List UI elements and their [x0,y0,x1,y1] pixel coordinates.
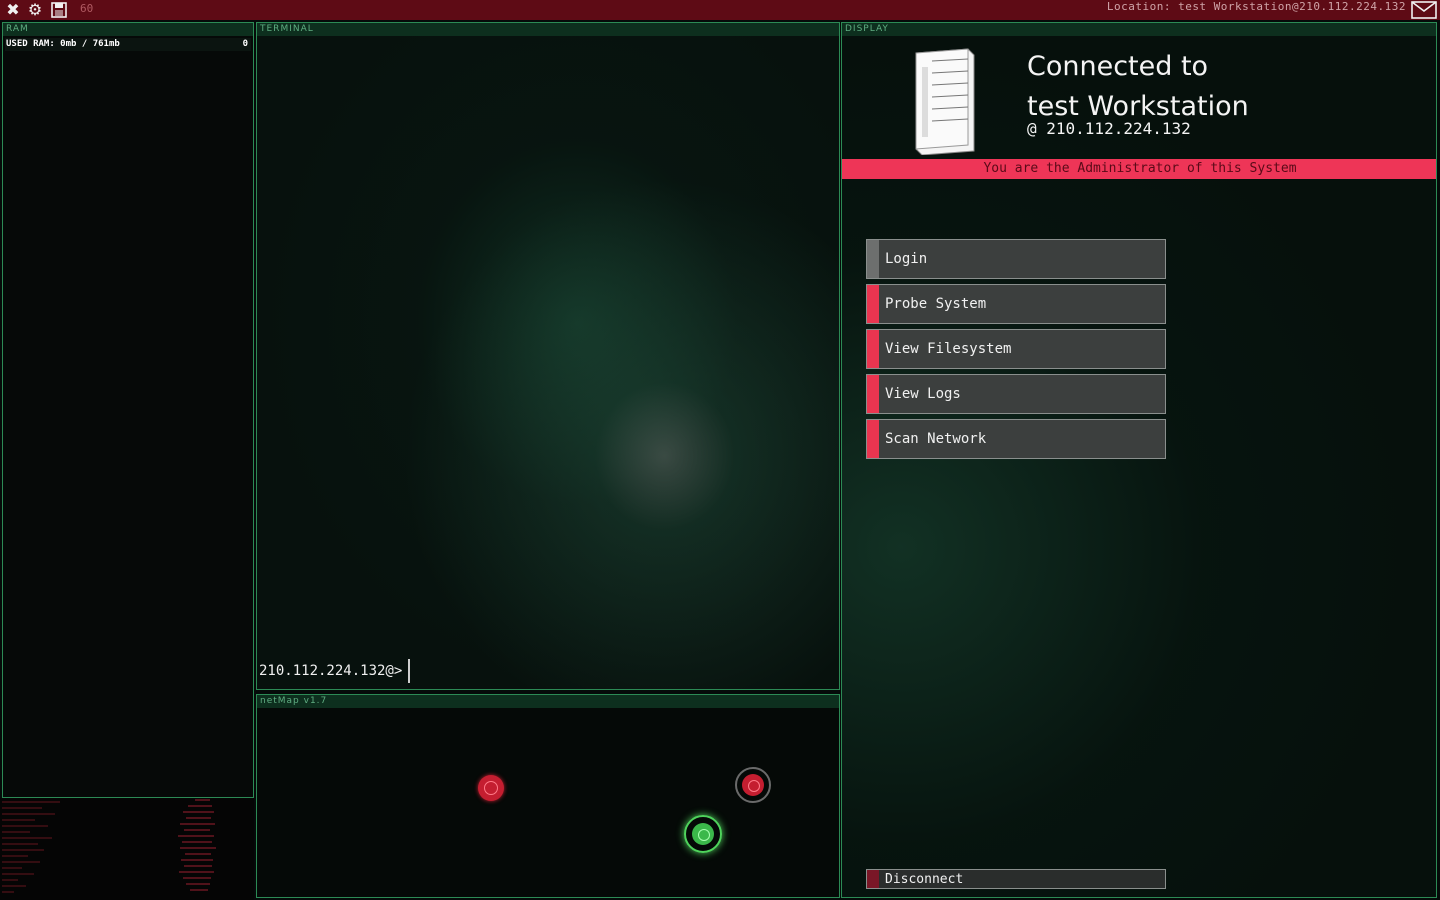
button-stripe [867,285,879,323]
probe-system-label: Probe System [885,296,987,312]
ram-header: RAM [3,23,253,36]
button-stripe [867,420,879,458]
login-button[interactable]: Login [866,239,1166,279]
network-node[interactable] [735,767,771,803]
mail-icon[interactable] [1411,1,1437,19]
text-cursor [408,659,411,683]
scan-network-label: Scan Network [885,431,987,447]
view-filesystem-label: View Filesystem [885,341,1012,357]
ram-usage-row: USED RAM: 0mb / 761mb 0 [5,38,251,51]
button-stripe [867,240,879,278]
display-panel: DISPLAY Connected to test Workstation @ … [841,22,1437,898]
update-count: 60 [80,2,94,15]
view-filesystem-button[interactable]: View Filesystem [866,329,1166,369]
prompt-text: 210.112.224.132@> [259,663,403,679]
button-stripe [867,870,879,888]
terminal-panel[interactable]: TERMINAL 210.112.224.132@> [256,22,840,690]
location-label: Location: test Workstation@210.112.224.1… [1106,0,1406,13]
settings-icon[interactable]: ⚙ [26,1,44,19]
audio-visualizer [0,798,254,900]
top-bar: ✖ ⚙ 60 Location: test Workstation@210.11… [0,0,1440,20]
view-logs-label: View Logs [885,386,961,402]
view-logs-button[interactable]: View Logs [866,374,1166,414]
terminal-header: TERMINAL [257,23,839,36]
login-label: Login [885,251,928,267]
terminal-prompt[interactable]: 210.112.224.132@> [259,659,411,683]
server-icon [908,47,978,159]
scan-network-button[interactable]: Scan Network [866,419,1166,459]
ram-process-count: 0 [242,39,248,49]
home-node[interactable] [684,815,722,853]
admin-notice: You are the Administrator of this System [842,159,1436,179]
button-stripe [867,375,879,413]
probe-system-button[interactable]: Probe System [866,284,1166,324]
connection-ip: @ 210.112.224.132 [1027,119,1191,138]
ram-panel: RAM USED RAM: 0mb / 761mb 0 [2,22,254,798]
close-icon[interactable]: ✖ [4,1,22,19]
network-node[interactable] [478,775,504,801]
netmap-panel: netMap v1.7 [256,694,840,898]
disconnect-button[interactable]: Disconnect [866,869,1166,889]
connection-line1: Connected to [1027,51,1209,82]
save-icon[interactable] [50,1,68,19]
connection-title: Connected to test Workstation [1027,47,1249,127]
ram-usage-label: USED RAM: 0mb / 761mb [6,39,120,49]
button-stripe [867,330,879,368]
netmap-header: netMap v1.7 [257,695,839,708]
display-header: DISPLAY [842,23,1436,36]
disconnect-label: Disconnect [885,872,964,887]
